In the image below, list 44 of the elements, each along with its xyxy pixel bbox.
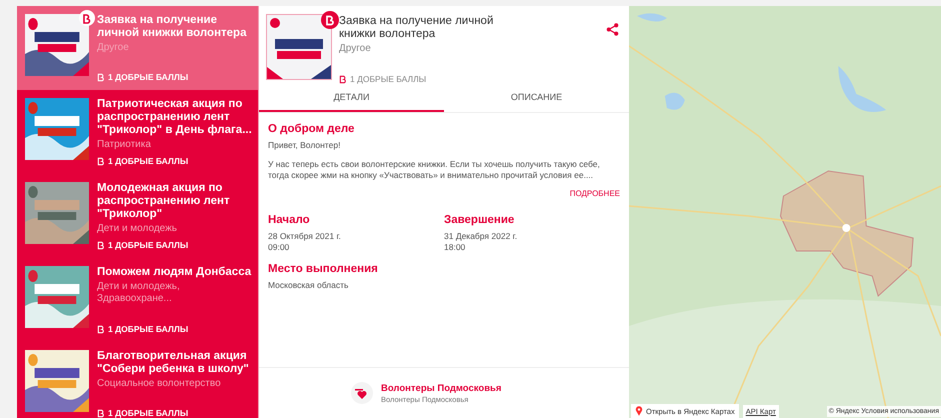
section-heading: Начало bbox=[268, 214, 311, 226]
more-link[interactable]: ПОДРОБНЕЕ bbox=[570, 189, 620, 198]
event-category: Социальное волонтерство bbox=[97, 378, 222, 390]
points-label: 1 ДОБРЫЕ БАЛЛЫ bbox=[108, 72, 188, 82]
end-time: 18:00 bbox=[444, 242, 466, 253]
event-category: Патриотика bbox=[97, 139, 152, 151]
points-icon bbox=[97, 408, 106, 418]
end-date: 31 Декабря 2022 г. bbox=[444, 231, 518, 242]
map-pin-icon bbox=[635, 406, 643, 416]
points-label: 1 ДОБРЫЕ БАЛЛЫ bbox=[108, 156, 188, 166]
points-label: 1 ДОБРЫЕ БАЛЛЫ bbox=[108, 408, 188, 418]
points-label: 1 ДОБРЫЕ БАЛЛЫ bbox=[108, 240, 188, 250]
points-icon bbox=[97, 324, 106, 334]
points-label: 1 ДОБРЫЕ БАЛЛЫ bbox=[350, 74, 426, 84]
points-label: 1 ДОБРЫЕ БАЛЛЫ bbox=[108, 324, 188, 334]
start-date: 28 Октября 2021 г. bbox=[268, 231, 342, 242]
organizer-avatar bbox=[351, 382, 373, 404]
event-category: Дети и молодежь bbox=[97, 223, 178, 235]
event-category: Другое bbox=[97, 42, 130, 54]
greeting-text: Привет, Волонтер! bbox=[268, 140, 342, 151]
event-title: Заявка на получение личной книжки волонтера bbox=[97, 14, 248, 40]
start-time: 09:00 bbox=[268, 242, 290, 253]
points-icon bbox=[97, 156, 106, 166]
description-text: У нас теперь есть свои волонтерские книжки. Если ты хочешь получить такую себе, тогда скорее жми на кнопку «Участвовать» и внимательно прочитай условия ее.... bbox=[268, 159, 601, 181]
event-title: Поможем людям Донбасса bbox=[97, 266, 252, 279]
organizer-name[interactable]: Волонтеры Подмосковья bbox=[381, 382, 502, 394]
heart-badge-icon bbox=[321, 11, 339, 29]
points-icon bbox=[97, 240, 106, 250]
section-heading: Завершение bbox=[444, 214, 516, 226]
event-category: Дети и молодежь, Здравоохране... bbox=[97, 281, 181, 305]
event-title: Благотворительная акция "Собери ребенка в школу" bbox=[97, 350, 250, 376]
tab[interactable]: ДЕТАЛИ bbox=[259, 84, 444, 112]
points-icon bbox=[97, 72, 106, 82]
section-heading: Место выполнения bbox=[268, 263, 379, 275]
event-card[interactable]: Заявка на получение личной книжки волонтера Другое 1 ДОБРЫЕ БАЛЛЫ bbox=[17, 6, 258, 90]
points-icon bbox=[339, 74, 348, 84]
event-title: Заявка на получение личной книжки волонтера bbox=[339, 15, 494, 41]
section-heading: О добром деле bbox=[268, 123, 356, 135]
share-icon[interactable] bbox=[606, 23, 619, 36]
event-title: Молодежная акция по распространению лент "Триколор" bbox=[97, 182, 231, 221]
tab[interactable]: ОПИСАНИЕ bbox=[444, 84, 629, 112]
event-title: Патриотическая акция по распространению лент "Триколор" в День флага... bbox=[97, 98, 252, 137]
place-text: Московская область bbox=[268, 280, 350, 291]
event-category: Другое bbox=[339, 43, 372, 54]
